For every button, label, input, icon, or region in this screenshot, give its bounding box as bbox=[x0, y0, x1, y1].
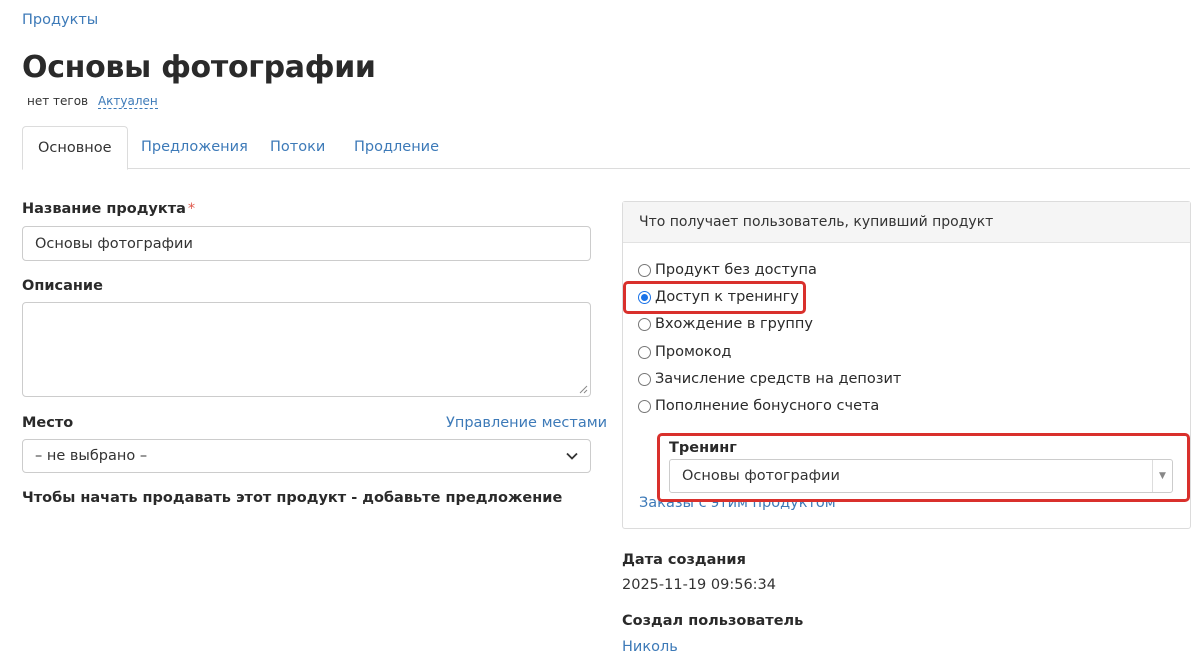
product-name-value: Основы фотографии bbox=[35, 235, 193, 252]
place-label: Место bbox=[22, 415, 74, 431]
chevron-down-icon bbox=[566, 452, 578, 460]
product-meta: нет тегов Актуален bbox=[27, 94, 158, 109]
required-mark: * bbox=[187, 201, 196, 217]
radio-label: Зачисление средств на депозит bbox=[655, 371, 902, 387]
highlight-box-training-access bbox=[623, 281, 806, 314]
place-select[interactable]: – не выбрано – bbox=[22, 439, 591, 473]
description-label: Описание bbox=[22, 278, 103, 294]
radio-button[interactable] bbox=[638, 372, 651, 386]
radio-button[interactable] bbox=[638, 317, 651, 331]
creator-label: Создал пользователь bbox=[622, 613, 804, 629]
tab-streams[interactable]: Потоки bbox=[270, 126, 325, 169]
tab-offers[interactable]: Предложения bbox=[141, 126, 248, 169]
product-name-label-text: Название продукта bbox=[22, 201, 186, 217]
radio-promocode[interactable]: Промокод bbox=[638, 342, 731, 362]
radio-button[interactable] bbox=[638, 263, 651, 277]
radio-button[interactable] bbox=[638, 399, 651, 413]
start-selling-note: Чтобы начать продавать этот продукт - до… bbox=[22, 490, 563, 506]
radio-deposit[interactable]: Зачисление средств на депозит bbox=[638, 369, 901, 389]
radio-no-access[interactable]: Продукт без доступа bbox=[638, 260, 817, 280]
page-title: Основы фотографии bbox=[22, 50, 376, 85]
created-date-value: 2025-11-19 09:56:34 bbox=[622, 577, 776, 593]
description-textarea[interactable] bbox=[22, 302, 591, 397]
radio-bonus[interactable]: Пополнение бонусного счета bbox=[638, 396, 879, 416]
creator-link[interactable]: Николь bbox=[622, 639, 678, 655]
place-selected-value: – не выбрано – bbox=[35, 448, 148, 464]
radio-label: Пополнение бонусного счета bbox=[655, 398, 880, 414]
product-name-label: Название продукта * bbox=[22, 201, 195, 217]
radio-label: Продукт без доступа bbox=[655, 262, 817, 278]
tabs-bar: Основное Предложения Потоки Продление bbox=[22, 126, 1190, 170]
status-link[interactable]: Актуален bbox=[97, 94, 158, 109]
manage-places-link[interactable]: Управление местами bbox=[446, 415, 607, 431]
highlight-box-training-select bbox=[657, 433, 1190, 502]
product-name-input[interactable]: Основы фотографии bbox=[22, 226, 591, 261]
access-panel: Что получает пользователь, купивший прод… bbox=[622, 201, 1191, 529]
radio-button[interactable] bbox=[638, 345, 651, 359]
panel-header: Что получает пользователь, купивший прод… bbox=[623, 202, 1190, 243]
tab-main[interactable]: Основное bbox=[22, 126, 128, 170]
resize-grip-icon[interactable] bbox=[579, 385, 588, 394]
created-date-label: Дата создания bbox=[622, 552, 746, 568]
breadcrumb-products-link[interactable]: Продукты bbox=[22, 12, 98, 28]
radio-label: Промокод bbox=[655, 344, 732, 360]
radio-label: Вхождение в группу bbox=[655, 316, 813, 332]
tab-renewal[interactable]: Продление bbox=[354, 126, 439, 169]
tags-text[interactable]: нет тегов bbox=[27, 94, 88, 108]
radio-group-entry[interactable]: Вхождение в группу bbox=[638, 314, 813, 334]
